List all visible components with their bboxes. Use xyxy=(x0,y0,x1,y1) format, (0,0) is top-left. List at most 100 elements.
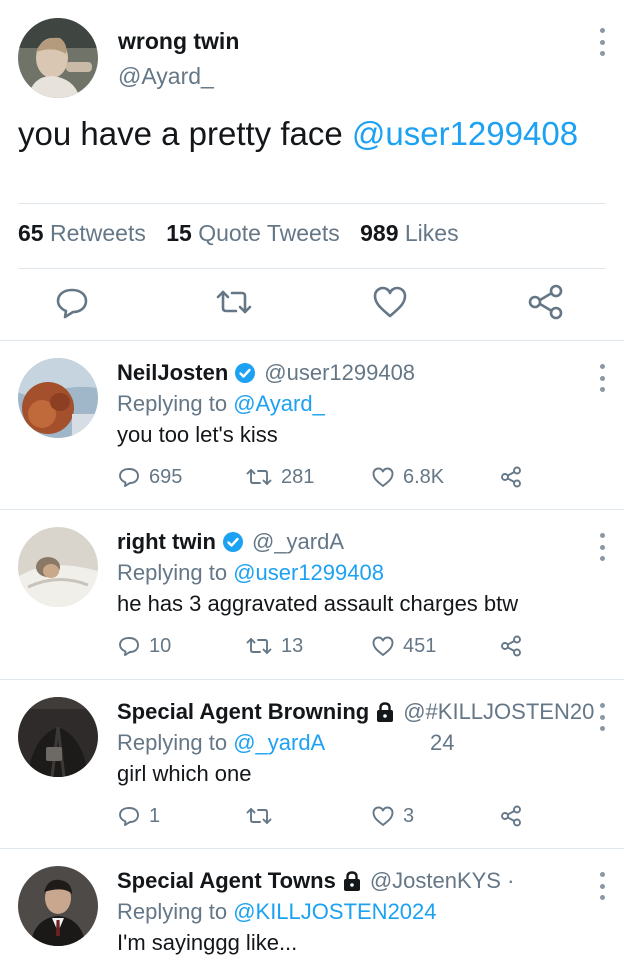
stats-top-divider xyxy=(18,203,606,204)
verified-badge-icon xyxy=(222,532,243,552)
reply-author-name[interactable]: Special Agent Browning xyxy=(117,699,369,725)
reply-avatar[interactable] xyxy=(18,358,98,438)
like-action[interactable]: 6.8K xyxy=(371,462,444,492)
like-action[interactable]: 451 xyxy=(371,631,436,661)
likes-count[interactable]: 989 xyxy=(360,220,398,246)
verified-badge-icon xyxy=(235,363,256,383)
reply-avatar[interactable] xyxy=(18,527,98,607)
share-icon[interactable] xyxy=(526,282,566,322)
retweet-action[interactable]: 13 xyxy=(245,631,303,661)
heart-icon[interactable] xyxy=(370,282,410,322)
replying-to: Replying to @_yardA xyxy=(117,730,325,756)
replying-to-label: Replying to xyxy=(117,899,234,924)
replying-to: Replying to @Ayard_ xyxy=(117,391,325,417)
main-author-avatar[interactable] xyxy=(18,18,98,98)
reply-tweet[interactable]: Special Agent Browning @#KILLJOSTEN20 24… xyxy=(0,679,624,849)
reply-header: right twin @_yardA xyxy=(117,529,344,555)
reply-actions: 1 3 xyxy=(117,801,537,831)
reply-action[interactable]: 1 xyxy=(117,801,160,831)
main-author-name[interactable]: wrong twin xyxy=(118,28,239,55)
reply-author-name[interactable]: NeilJosten xyxy=(117,360,228,386)
reply-header: Special Agent Towns @JostenKYS · xyxy=(117,868,514,894)
heart-icon xyxy=(372,467,394,487)
reply-count: 10 xyxy=(149,634,172,657)
share-icon xyxy=(501,466,521,488)
share-action[interactable] xyxy=(499,801,531,831)
reply-tweet[interactable]: Special Agent Towns @JostenKYS · Replyin… xyxy=(0,848,624,960)
more-vertical-icon[interactable] xyxy=(598,533,606,561)
reply-author-handle[interactable]: @user1299408 xyxy=(264,360,415,386)
likes-label[interactable]: Likes xyxy=(405,220,459,246)
replying-to-label: Replying to xyxy=(117,391,234,416)
like-count: 3 xyxy=(403,804,415,827)
like-action[interactable]: 3 xyxy=(371,801,414,831)
reply-actions: 10 13 451 xyxy=(117,631,537,661)
quotes-count[interactable]: 15 xyxy=(166,220,192,246)
tweet-stats: 65 Retweets 15 Quote Tweets 989 Likes xyxy=(18,220,473,247)
heart-icon xyxy=(372,636,394,656)
reply-author-name[interactable]: right twin xyxy=(117,529,216,555)
like-count: 451 xyxy=(403,634,437,657)
reply-count: 1 xyxy=(149,804,161,827)
reply-author-name[interactable]: Special Agent Towns xyxy=(117,868,336,894)
main-tweet-actions xyxy=(0,282,624,326)
replying-to: Replying to @user1299408 xyxy=(117,560,384,586)
main-tweet-text: you have a pretty face @user1299408 xyxy=(18,112,578,156)
reply-icon xyxy=(119,468,139,487)
share-icon xyxy=(501,635,521,657)
reply-author-handle[interactable]: @#KILLJOSTEN20 xyxy=(403,699,594,725)
retweets-label[interactable]: Retweets xyxy=(50,220,146,246)
retweet-count: 281 xyxy=(281,465,315,488)
main-tweet-text-plain: you have a pretty face xyxy=(18,115,352,152)
replying-to-label: Replying to xyxy=(117,730,234,755)
retweet-count: 13 xyxy=(281,634,304,657)
more-vertical-icon[interactable] xyxy=(598,872,606,900)
reply-text: I'm sayinggg like... xyxy=(117,930,298,955)
reply-author-handle[interactable]: @_yardA xyxy=(252,529,344,555)
lock-icon xyxy=(377,702,394,722)
heart-icon xyxy=(372,806,394,826)
retweet-icon xyxy=(246,469,272,485)
reply-header: Special Agent Browning @#KILLJOSTEN20 xyxy=(117,699,594,725)
retweet-action[interactable]: 281 xyxy=(245,462,314,492)
replying-to-handle[interactable]: @_yardA xyxy=(233,730,325,755)
retweet-icon[interactable] xyxy=(214,282,254,322)
reply-icon[interactable] xyxy=(52,282,92,322)
quotes-label[interactable]: Quote Tweets xyxy=(198,220,340,246)
reply-avatar[interactable] xyxy=(18,866,98,946)
reply-action[interactable]: 695 xyxy=(117,462,182,492)
more-vertical-icon[interactable] xyxy=(598,28,606,56)
reply-header: NeilJosten @user1299408 xyxy=(117,360,415,386)
reply-tweet[interactable]: NeilJosten @user1299408 Replying to @Aya… xyxy=(0,340,624,510)
share-action[interactable] xyxy=(499,631,531,661)
like-count: 6.8K xyxy=(403,465,445,488)
reply-author-handle[interactable]: @JostenKYS · xyxy=(370,868,515,894)
more-vertical-icon[interactable] xyxy=(598,703,606,731)
more-vertical-icon[interactable] xyxy=(598,364,606,392)
reply-text: you too let's kiss xyxy=(117,422,278,447)
replying-to-handle[interactable]: @user1299408 xyxy=(233,560,384,585)
share-action[interactable] xyxy=(499,462,531,492)
replying-to-handle[interactable]: @KILLJOSTEN2024 xyxy=(233,899,436,924)
lock-icon xyxy=(343,871,360,891)
reply-actions: 695 281 6.8K xyxy=(117,462,537,492)
reply-tweet[interactable]: right twin @_yardA Replying to @user1299… xyxy=(0,509,624,679)
reply-icon xyxy=(119,807,139,826)
replying-to: Replying to @KILLJOSTEN2024 xyxy=(117,899,437,925)
reply-icon xyxy=(119,637,139,656)
reply-action[interactable]: 10 xyxy=(117,631,171,661)
replying-to-label: Replying to xyxy=(117,560,234,585)
retweets-count[interactable]: 65 xyxy=(18,220,44,246)
retweet-action[interactable] xyxy=(245,801,281,831)
stats-bottom-divider xyxy=(18,268,606,269)
replying-to-handle[interactable]: @Ayard_ xyxy=(233,391,325,416)
reply-avatar[interactable] xyxy=(18,697,98,777)
reply-text: he has 3 aggravated assault charges btw xyxy=(117,591,519,616)
reply-text: girl which one xyxy=(117,761,252,786)
main-author-handle[interactable]: @Ayard_ xyxy=(118,63,214,90)
main-tweet-mention-link[interactable]: @user1299408 xyxy=(352,115,578,152)
reply-count: 695 xyxy=(149,465,183,488)
main-tweet: wrong twin @Ayard_ you have a pretty fac… xyxy=(0,0,624,340)
retweet-icon xyxy=(246,638,272,654)
retweet-icon xyxy=(246,808,272,824)
